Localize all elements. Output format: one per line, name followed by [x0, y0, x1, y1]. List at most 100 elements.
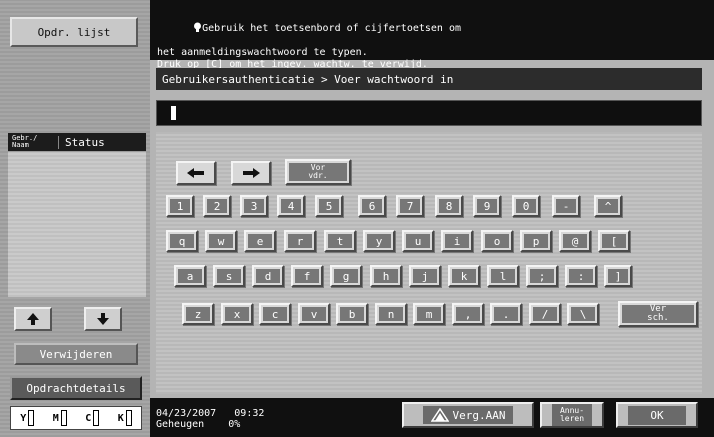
- cursor-left-key[interactable]: [176, 161, 216, 185]
- key-at[interactable]: @: [559, 230, 591, 252]
- key-a[interactable]: a: [174, 265, 206, 287]
- left-panel: Opdr. lijst Gebr./ Naam Status Verwijder…: [0, 0, 150, 437]
- key-d[interactable]: d: [252, 265, 284, 287]
- key-label: s: [217, 269, 241, 283]
- key-label: z: [186, 307, 210, 321]
- key-p[interactable]: p: [520, 230, 552, 252]
- key-w[interactable]: w: [205, 230, 237, 252]
- key-x[interactable]: x: [221, 303, 253, 325]
- key-b[interactable]: b: [336, 303, 368, 325]
- footer: 04/23/2007 09:32 Geheugen 0% Verg.AAN An…: [150, 398, 714, 437]
- key-slash[interactable]: /: [529, 303, 561, 325]
- key-n[interactable]: n: [375, 303, 407, 325]
- key-i[interactable]: i: [441, 230, 473, 252]
- enlarge-display-button[interactable]: Verg.AAN: [402, 402, 534, 428]
- key-colon[interactable]: :: [565, 265, 597, 287]
- key-label: .: [494, 307, 518, 321]
- cancel-label: Annu- leren: [551, 404, 593, 426]
- scroll-up-button[interactable]: [14, 307, 52, 331]
- key-period[interactable]: .: [490, 303, 522, 325]
- key-f[interactable]: f: [291, 265, 323, 287]
- key-2[interactable]: 2: [203, 195, 231, 217]
- key-backslash[interactable]: \: [567, 303, 599, 325]
- job-list-button[interactable]: Opdr. lijst: [10, 17, 138, 47]
- key-1[interactable]: 1: [166, 195, 194, 217]
- delete-button[interactable]: Verwijderen: [14, 343, 138, 365]
- key-s[interactable]: s: [213, 265, 245, 287]
- memory-value: 0%: [228, 419, 241, 430]
- key-label: 7: [400, 199, 420, 213]
- message-line-2: het aanmeldingswachtwoord te typen.: [157, 47, 368, 58]
- key-o[interactable]: o: [481, 230, 513, 252]
- message-text-1: Gebruik het toetsenbord of cijfertoetsen…: [202, 23, 462, 34]
- ok-button[interactable]: OK: [616, 402, 698, 428]
- key-z[interactable]: z: [182, 303, 214, 325]
- key-comma[interactable]: ,: [452, 303, 484, 325]
- key-label: m: [417, 307, 441, 321]
- key-c[interactable]: c: [259, 303, 291, 325]
- arrow-left-icon: [187, 168, 204, 178]
- datetime-readout: 04/23/2007 09:32 Geheugen 0%: [156, 408, 264, 430]
- key-r[interactable]: r: [284, 230, 316, 252]
- key-v[interactable]: v: [298, 303, 330, 325]
- key-h[interactable]: h: [370, 265, 402, 287]
- key-y[interactable]: y: [363, 230, 395, 252]
- user-name-column-label: Gebr./ Naam: [12, 134, 38, 149]
- key-label: q: [170, 234, 194, 248]
- key-7[interactable]: 7: [396, 195, 424, 217]
- toner-m-label: M: [52, 412, 59, 424]
- key-j[interactable]: j: [409, 265, 441, 287]
- message-bar: Gebruik het toetsenbord of cijfertoetsen…: [150, 0, 714, 70]
- message-line-1: Gebruik het toetsenbord of cijfertoetsen…: [157, 10, 714, 47]
- key-label: t: [328, 234, 352, 248]
- scroll-down-button[interactable]: [84, 307, 122, 331]
- key-6[interactable]: 6: [358, 195, 386, 217]
- key-semicolon[interactable]: ;: [526, 265, 558, 287]
- previous-char-label: Vor vdr.: [289, 163, 347, 181]
- key-bracket-right[interactable]: ]: [604, 265, 632, 287]
- key-label: ,: [456, 307, 480, 321]
- job-details-button[interactable]: Opdrachtdetails: [10, 376, 142, 400]
- key-label: g: [334, 269, 358, 283]
- date-line: 04/23/2007 09:32: [156, 408, 264, 419]
- key-e[interactable]: e: [244, 230, 276, 252]
- toner-k-label: K: [117, 412, 124, 424]
- memory-line: Geheugen 0%: [156, 419, 264, 430]
- key-0[interactable]: 0: [512, 195, 540, 217]
- key-label: l: [491, 269, 515, 283]
- key-3[interactable]: 3: [240, 195, 268, 217]
- arrow-down-icon: [97, 313, 109, 325]
- key-label: d: [256, 269, 280, 283]
- key-q[interactable]: q: [166, 230, 198, 252]
- key-9[interactable]: 9: [473, 195, 501, 217]
- key-label: 1: [170, 199, 190, 213]
- password-field[interactable]: [156, 100, 702, 126]
- key-label: :: [569, 269, 593, 283]
- key-minus[interactable]: -: [552, 195, 580, 217]
- cancel-button[interactable]: Annu- leren: [540, 402, 604, 428]
- key-m[interactable]: m: [413, 303, 445, 325]
- key-label: x: [225, 307, 249, 321]
- key-8[interactable]: 8: [435, 195, 463, 217]
- shift-key[interactable]: Ver sch.: [618, 301, 698, 327]
- previous-char-key[interactable]: Vor vdr.: [285, 159, 351, 185]
- key-bracket-left[interactable]: [: [598, 230, 630, 252]
- key-4[interactable]: 4: [277, 195, 305, 217]
- key-label: 4: [281, 199, 301, 213]
- key-g[interactable]: g: [330, 265, 362, 287]
- cursor-right-key[interactable]: [231, 161, 271, 185]
- key-u[interactable]: u: [402, 230, 434, 252]
- text-cursor: [171, 106, 176, 120]
- key-5[interactable]: 5: [315, 195, 343, 217]
- key-l[interactable]: l: [487, 265, 519, 287]
- key-caret[interactable]: ^: [594, 195, 622, 217]
- key-t[interactable]: t: [324, 230, 356, 252]
- toner-y-label: Y: [20, 412, 27, 424]
- key-k[interactable]: k: [448, 265, 480, 287]
- key-label: f: [295, 269, 319, 283]
- enlarge-inner: Verg.AAN: [422, 406, 514, 424]
- key-label: v: [302, 307, 326, 321]
- key-label: w: [209, 234, 233, 248]
- key-label: n: [379, 307, 403, 321]
- key-label: e: [248, 234, 272, 248]
